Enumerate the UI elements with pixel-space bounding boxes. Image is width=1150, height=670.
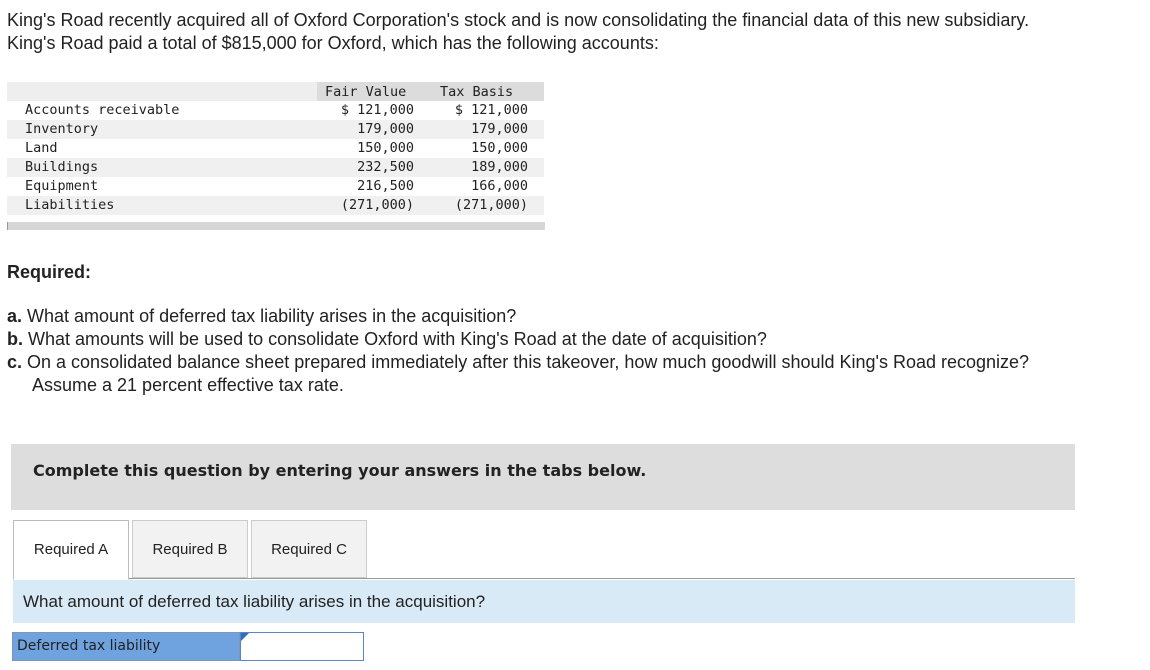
question-a: a. What amount of deferred tax liability…	[7, 305, 1142, 328]
tax-basis-cell: 150,000	[471, 140, 528, 156]
question-a-prefix: a.	[7, 306, 23, 326]
account-name: Accounts receivable	[25, 102, 180, 118]
deferred-tax-liability-label: Deferred tax liability	[12, 632, 240, 661]
tax-basis-cell: 189,000	[471, 159, 528, 175]
table-row: Accounts receivable $ 121,000 $ 121,000	[7, 101, 544, 120]
tab-divider	[128, 578, 1075, 579]
fair-value-header: Fair Value	[325, 84, 407, 100]
account-name: Inventory	[25, 121, 99, 137]
fair-value-cell: $ 121,000	[340, 102, 414, 118]
question-b-prefix: b.	[7, 329, 23, 349]
question-prompt-bar: What amount of deferred tax liability ar…	[13, 580, 1075, 623]
intro-line-2: King's Road paid a total of $815,000 for…	[7, 33, 659, 53]
deferred-tax-liability-input[interactable]	[240, 632, 364, 661]
table-row: Land 150,000 150,000	[7, 139, 544, 158]
account-name: Equipment	[25, 178, 99, 194]
table-row: Liabilities (271,000) (271,000)	[7, 196, 544, 215]
input-corner-marker	[241, 633, 249, 641]
fair-value-cell: 216,500	[357, 178, 414, 194]
account-name: Liabilities	[25, 197, 115, 213]
required-questions: a. What amount of deferred tax liability…	[7, 305, 1142, 397]
tax-basis-header: Tax Basis	[440, 84, 514, 100]
account-name: Land	[25, 140, 58, 156]
intro-line-1: King's Road recently acquired all of Oxf…	[7, 10, 1030, 30]
instruction-text: Complete this question by entering your …	[33, 461, 647, 480]
tab-required-c[interactable]: Required C	[251, 520, 367, 578]
accounts-table: Fair Value Tax Basis Accounts receivable…	[7, 82, 545, 230]
tab-required-b[interactable]: Required B	[132, 520, 248, 578]
tax-basis-cell: (271,000)	[454, 197, 528, 213]
fair-value-cell: 232,500	[357, 159, 414, 175]
instruction-banner: Complete this question by entering your …	[11, 444, 1075, 510]
table-row: Buildings 232,500 189,000	[7, 158, 544, 177]
tax-basis-cell: $ 121,000	[454, 102, 528, 118]
question-b-text: What amounts will be used to consolidate…	[23, 329, 767, 349]
table-row: Equipment 216,500 166,000	[7, 177, 544, 196]
fair-value-cell: (271,000)	[340, 197, 414, 213]
problem-intro: King's Road recently acquired all of Oxf…	[7, 9, 1142, 55]
question-b: b. What amounts will be used to consolid…	[7, 328, 1142, 351]
question-c-prefix: c.	[7, 352, 23, 372]
answer-row: Deferred tax liability	[12, 632, 364, 661]
accounts-table-footer	[7, 222, 545, 230]
fair-value-cell: 179,000	[357, 121, 414, 137]
question-c-text: On a consolidated balance sheet prepared…	[22, 352, 1030, 372]
fair-value-cell: 150,000	[357, 140, 414, 156]
question-c: c. On a consolidated balance sheet prepa…	[7, 351, 1142, 374]
tab-required-a[interactable]: Required A	[13, 520, 129, 580]
question-prompt: What amount of deferred tax liability ar…	[23, 592, 486, 611]
tax-basis-cell: 179,000	[471, 121, 528, 137]
question-a-text: What amount of deferred tax liability ar…	[22, 306, 517, 326]
account-name: Buildings	[25, 159, 99, 175]
tax-basis-cell: 166,000	[471, 178, 528, 194]
question-c-continuation: Assume a 21 percent effective tax rate.	[32, 375, 344, 395]
required-heading: Required:	[7, 262, 92, 282]
table-row: Inventory 179,000 179,000	[7, 120, 544, 139]
